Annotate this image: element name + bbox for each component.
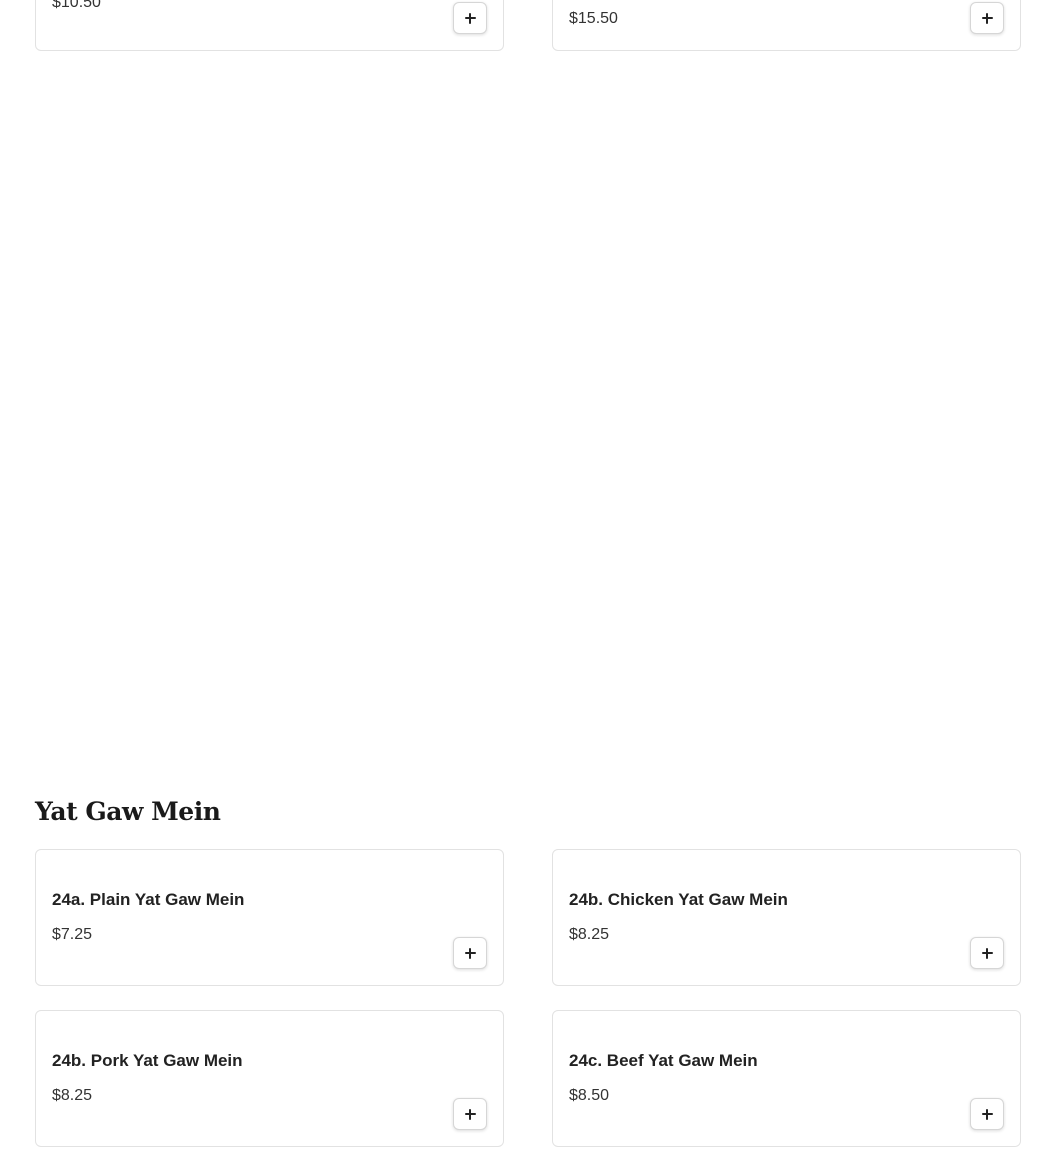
menu-item-card[interactable]: 24a. Plain Yat Gaw Mein $7.25 [35, 849, 504, 986]
plus-icon [981, 12, 993, 24]
add-item-button[interactable] [970, 937, 1004, 969]
add-item-button[interactable] [970, 2, 1004, 34]
menu-item-price: $8.25 [52, 1087, 93, 1104]
menu-item-price: $10.50 [52, 0, 101, 11]
menu-item-name: 24b. Pork Yat Gaw Mein [52, 1051, 243, 1070]
section-title: Yat Gaw Mein [35, 797, 221, 826]
menu-item-name: 24c. Beef Yat Gaw Mein [569, 1051, 758, 1070]
menu-item-name: 24a. Plain Yat Gaw Mein [52, 890, 245, 909]
plus-icon [464, 947, 476, 959]
menu-item-card[interactable]: 24b. Pork Yat Gaw Mein $8.25 [35, 1010, 504, 1147]
plus-icon [981, 947, 993, 959]
add-item-button[interactable] [453, 1098, 487, 1130]
menu-item-price: $7.25 [52, 926, 93, 943]
add-item-button[interactable] [453, 937, 487, 969]
menu-item-card[interactable]: $15.50 [552, 0, 1021, 51]
add-item-button[interactable] [970, 1098, 1004, 1130]
plus-icon [464, 1108, 476, 1120]
menu-item-card[interactable]: $10.50 [35, 0, 504, 51]
menu-item-price: $8.50 [569, 1087, 610, 1104]
menu-item-price: $8.25 [569, 926, 610, 943]
menu-item-price: $15.50 [569, 10, 618, 27]
plus-icon [464, 12, 476, 24]
add-item-button[interactable] [453, 2, 487, 34]
menu-item-card[interactable]: 24b. Chicken Yat Gaw Mein $8.25 [552, 849, 1021, 986]
plus-icon [981, 1108, 993, 1120]
menu-item-card[interactable]: 24c. Beef Yat Gaw Mein $8.50 [552, 1010, 1021, 1147]
menu-item-name: 24b. Chicken Yat Gaw Mein [569, 890, 788, 909]
